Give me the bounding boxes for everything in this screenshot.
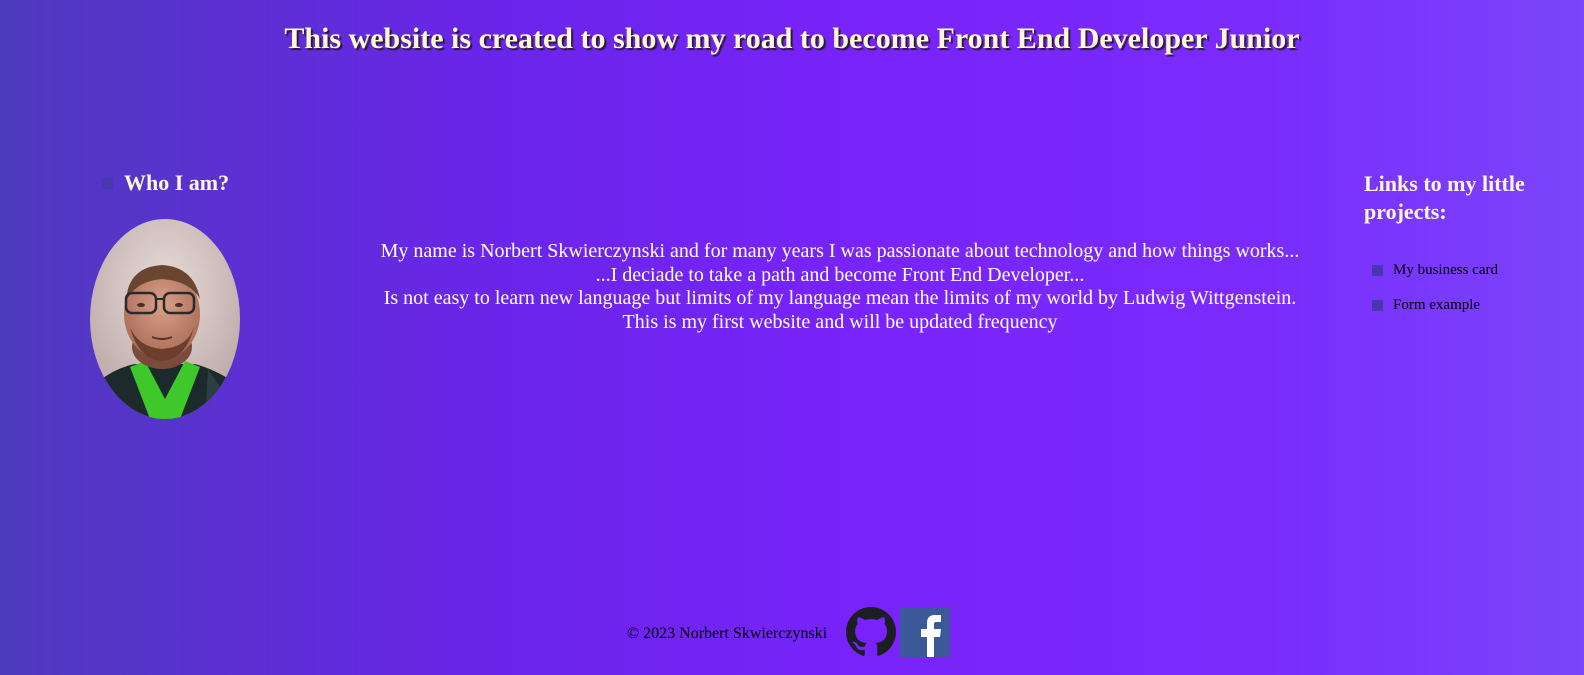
footer: © 2023 Norbert Skwierczynski bbox=[0, 607, 1584, 659]
projects-list: My business card Form example bbox=[1372, 253, 1498, 323]
list-item: Form example bbox=[1372, 288, 1498, 323]
projects-heading: Links to my little projects: bbox=[1364, 171, 1525, 224]
avatar bbox=[90, 219, 240, 419]
about-line: My name is Norbert Skwierczynski and for… bbox=[380, 240, 1300, 262]
github-icon[interactable] bbox=[846, 607, 896, 657]
list-bullet bbox=[1372, 265, 1383, 276]
copyright-text: © 2023 Norbert Skwierczynski bbox=[627, 625, 828, 642]
about-line: This is my first website and will be upd… bbox=[622, 310, 1058, 333]
about-line: ...I deciade to take a path and become F… bbox=[595, 263, 1085, 286]
form-example-link[interactable]: Form example bbox=[1393, 297, 1480, 314]
business-card-link[interactable]: My business card bbox=[1393, 262, 1498, 279]
list-bullet bbox=[1372, 300, 1383, 311]
about-line: Is not easy to learn new language but li… bbox=[383, 287, 1297, 309]
list-bullet bbox=[102, 177, 113, 189]
page-title: This website is created to show my road … bbox=[284, 22, 1300, 55]
who-i-am-heading: Who I am? bbox=[102, 170, 229, 196]
about-text: My name is Norbert Skwierczynski and for… bbox=[340, 240, 1340, 334]
facebook-icon[interactable] bbox=[900, 607, 950, 657]
who-i-am-label: Who I am? bbox=[124, 170, 230, 195]
list-item: My business card bbox=[1372, 253, 1498, 288]
